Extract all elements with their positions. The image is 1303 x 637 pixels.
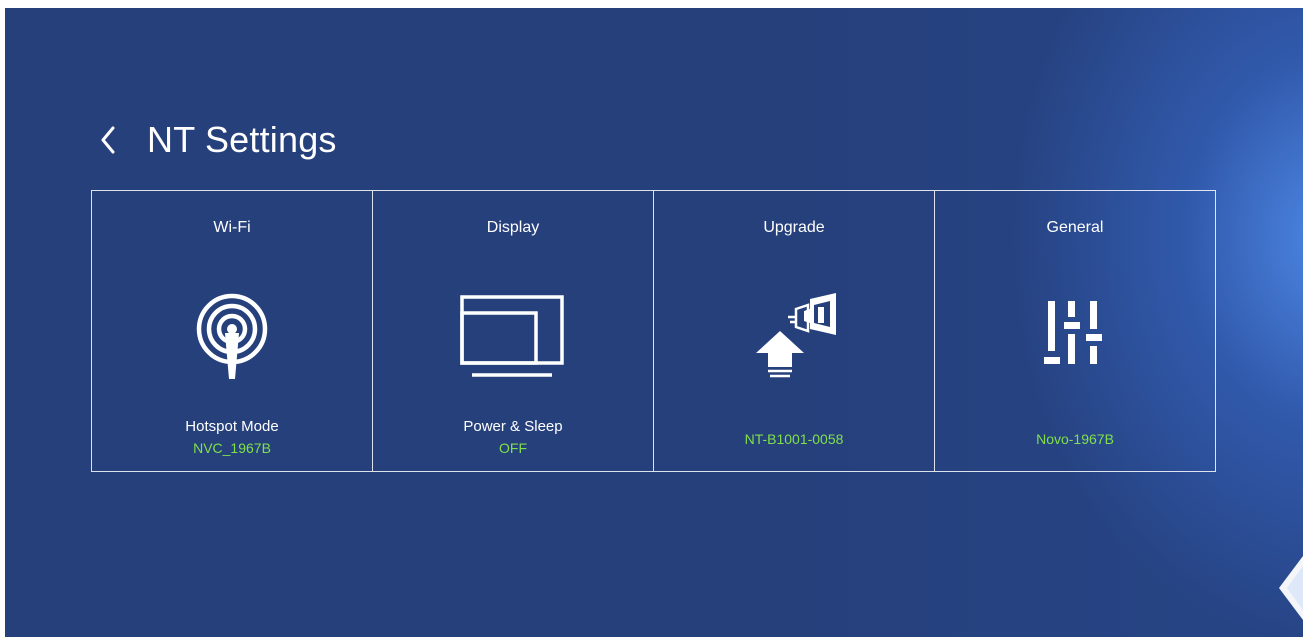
header-back[interactable]: NT Settings (97, 112, 337, 168)
wifi-hotspot-icon (172, 286, 292, 386)
upgrade-version-value: NT-B1001-0058 (744, 431, 844, 447)
wifi-tile[interactable]: Wi-Fi Hotspot Mode NVC_1967B (92, 191, 373, 471)
upgrade-tile-title: Upgrade (763, 219, 825, 236)
chevron-left-icon[interactable] (97, 123, 119, 157)
settings-screen: NT Settings Wi-Fi Hotspot Mode NVC_1967B… (5, 8, 1303, 637)
general-tile-title: General (1046, 219, 1104, 236)
general-tile[interactable]: General Novo-1967B (935, 191, 1215, 471)
wifi-mode-label: Hotspot Mode (185, 418, 279, 435)
upgrade-arrow-icon (734, 286, 854, 386)
settings-grid: Wi-Fi Hotspot Mode NVC_1967B Display Pow… (91, 190, 1216, 472)
display-monitor-icon (453, 286, 573, 386)
wifi-tile-title: Wi-Fi (213, 219, 251, 236)
display-tile[interactable]: Display Power & Sleep OFF (373, 191, 654, 471)
general-device-name-value: Novo-1967B (1036, 431, 1114, 447)
chevron-left-icon[interactable] (1279, 556, 1303, 620)
page-title: NT Settings (147, 119, 337, 160)
upgrade-tile[interactable]: Upgrade NT-B1001-0058 (654, 191, 935, 471)
display-power-value: OFF (499, 440, 527, 456)
wifi-ssid-value: NVC_1967B (193, 440, 271, 456)
display-power-label: Power & Sleep (463, 418, 563, 435)
sliders-icon (1015, 286, 1135, 386)
display-tile-title: Display (486, 219, 540, 236)
